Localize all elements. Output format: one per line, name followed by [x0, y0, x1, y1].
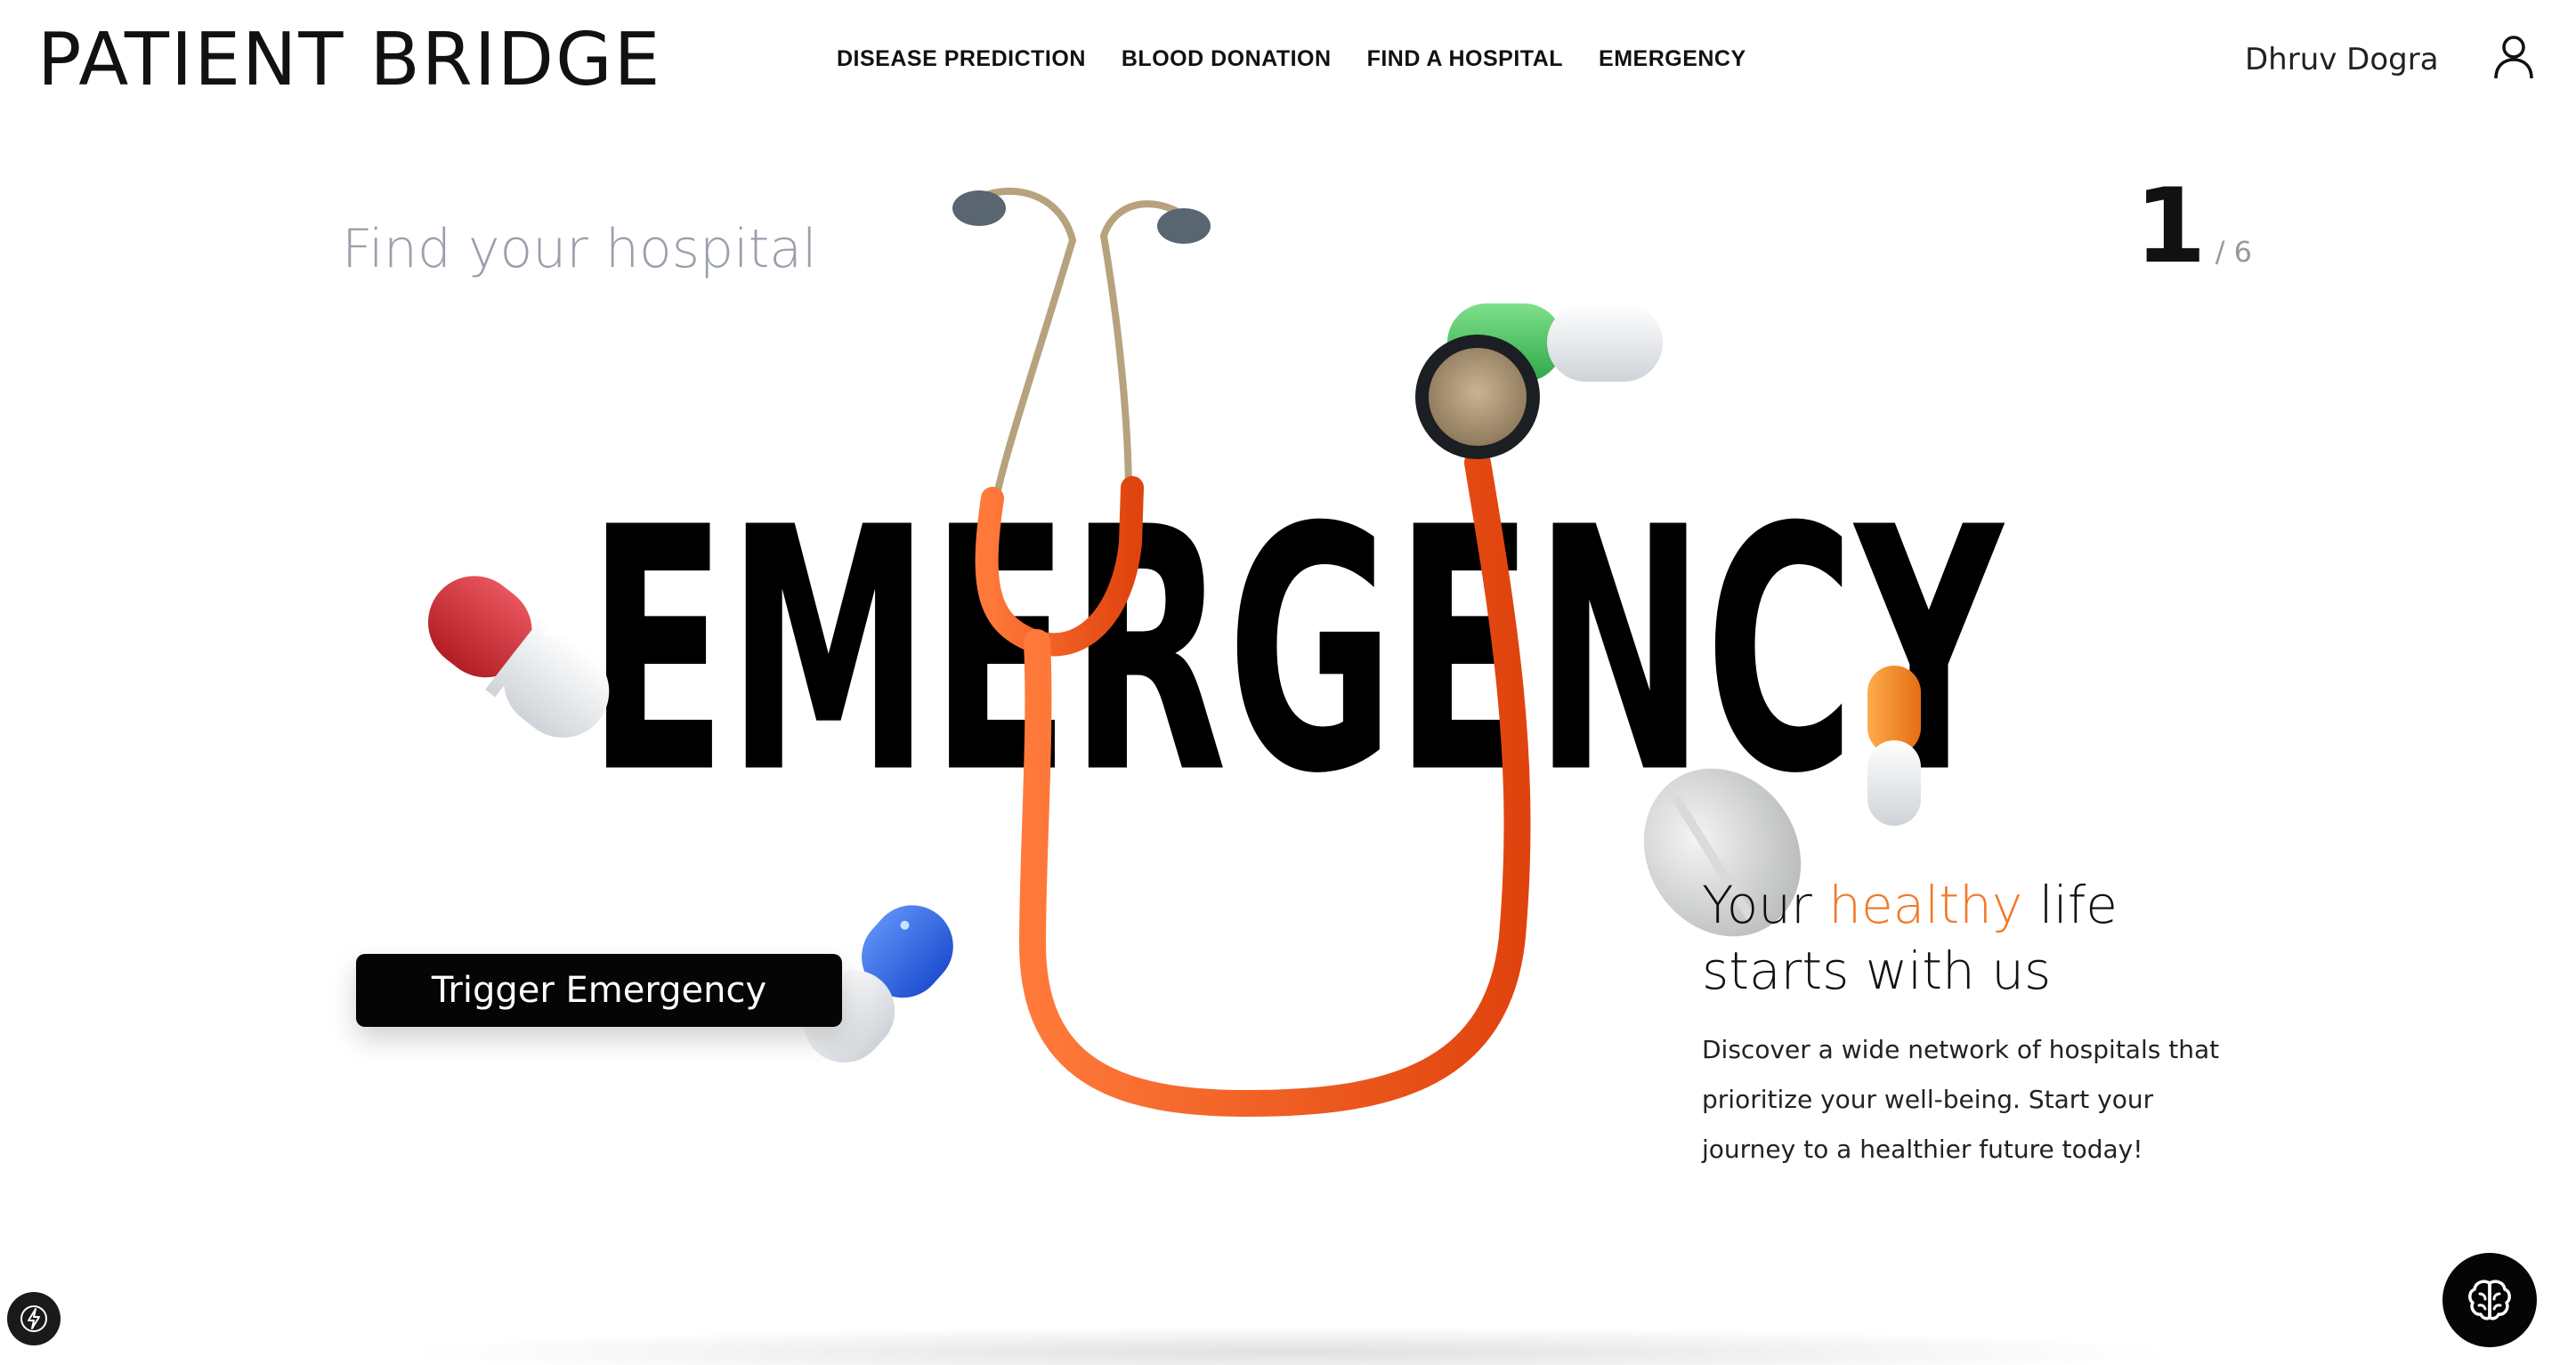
- main-nav: DISEASE PREDICTION BLOOD DONATION FIND A…: [837, 41, 1746, 77]
- hero-tagline: Your healthy life starts with us: [1702, 872, 2118, 1004]
- ai-assistant-button[interactable]: [2442, 1253, 2537, 1347]
- tagline-part2: life: [2022, 875, 2118, 935]
- tagline-accent: healthy: [1828, 875, 2023, 935]
- hero-subtitle: Find your hospital: [342, 218, 817, 280]
- nav-find-hospital[interactable]: FIND A HOSPITAL: [1367, 41, 1563, 77]
- tagline-line-2: starts with us: [1702, 941, 2052, 1001]
- hero-description: Discover a wide network of hospitals tha…: [1702, 1035, 2220, 1164]
- nav-emergency[interactable]: EMERGENCY: [1599, 41, 1746, 77]
- user-icon[interactable]: [2492, 34, 2535, 80]
- slide-current: 1: [2135, 166, 2207, 287]
- user-name[interactable]: Dhruv Dogra: [2245, 37, 2439, 82]
- svg-text:EMERGENCY: EMERGENCY: [587, 457, 2005, 788]
- nav-blood-donation[interactable]: BLOOD DONATION: [1122, 41, 1332, 77]
- tagline-line-1: Your healthy life: [1702, 872, 2118, 938]
- slide-total: / 6: [2215, 235, 2253, 269]
- bolt-icon: [20, 1305, 47, 1332]
- bottom-section-shadow: [392, 1326, 2190, 1365]
- trigger-emergency-button[interactable]: Trigger Emergency: [356, 954, 842, 1027]
- brain-icon: [2468, 1280, 2511, 1321]
- nav-disease-prediction[interactable]: DISEASE PREDICTION: [837, 41, 1086, 77]
- emergency-headline: EMERGENCY: [587, 457, 2005, 788]
- bolt-button[interactable]: [7, 1292, 61, 1345]
- app-logo[interactable]: PATIENT BRIDGE: [37, 16, 661, 105]
- tagline-part1: Your: [1702, 875, 1829, 935]
- slide-counter: 1 / 6: [2135, 169, 2252, 285]
